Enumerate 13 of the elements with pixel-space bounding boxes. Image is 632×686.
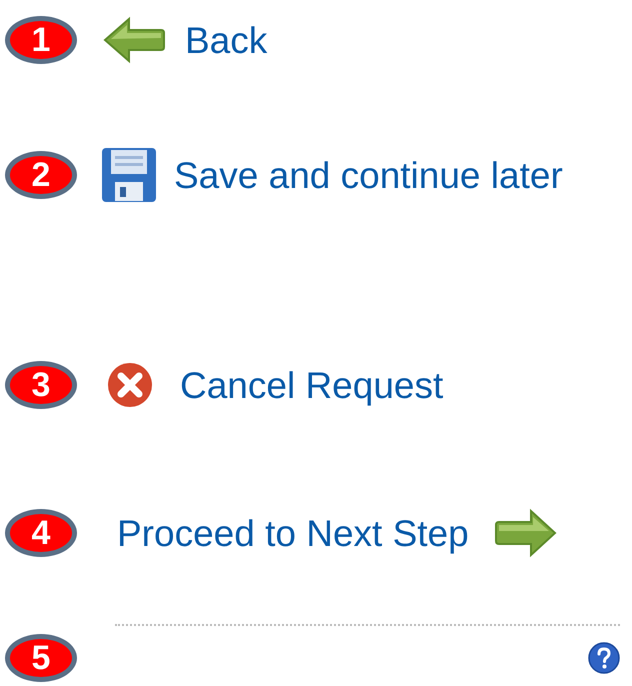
left-arrow-icon bbox=[103, 16, 165, 64]
link[interactable]: Cancel Request bbox=[180, 366, 444, 404]
link[interactable]: Proceed to Next Step bbox=[117, 514, 469, 552]
step-number-badge: 3 bbox=[5, 361, 77, 409]
step-number-badge: 4 bbox=[5, 509, 77, 557]
step-number-badge: 1 bbox=[5, 16, 77, 64]
link[interactable]: Save and continue later bbox=[174, 156, 563, 194]
link[interactable]: Back bbox=[185, 22, 268, 58]
right-arrow-icon bbox=[494, 508, 557, 558]
step-number-badge: 5 bbox=[5, 634, 77, 682]
close-icon bbox=[107, 362, 153, 408]
help-icon[interactable] bbox=[588, 642, 620, 674]
step-number-badge: 2 bbox=[5, 151, 77, 199]
